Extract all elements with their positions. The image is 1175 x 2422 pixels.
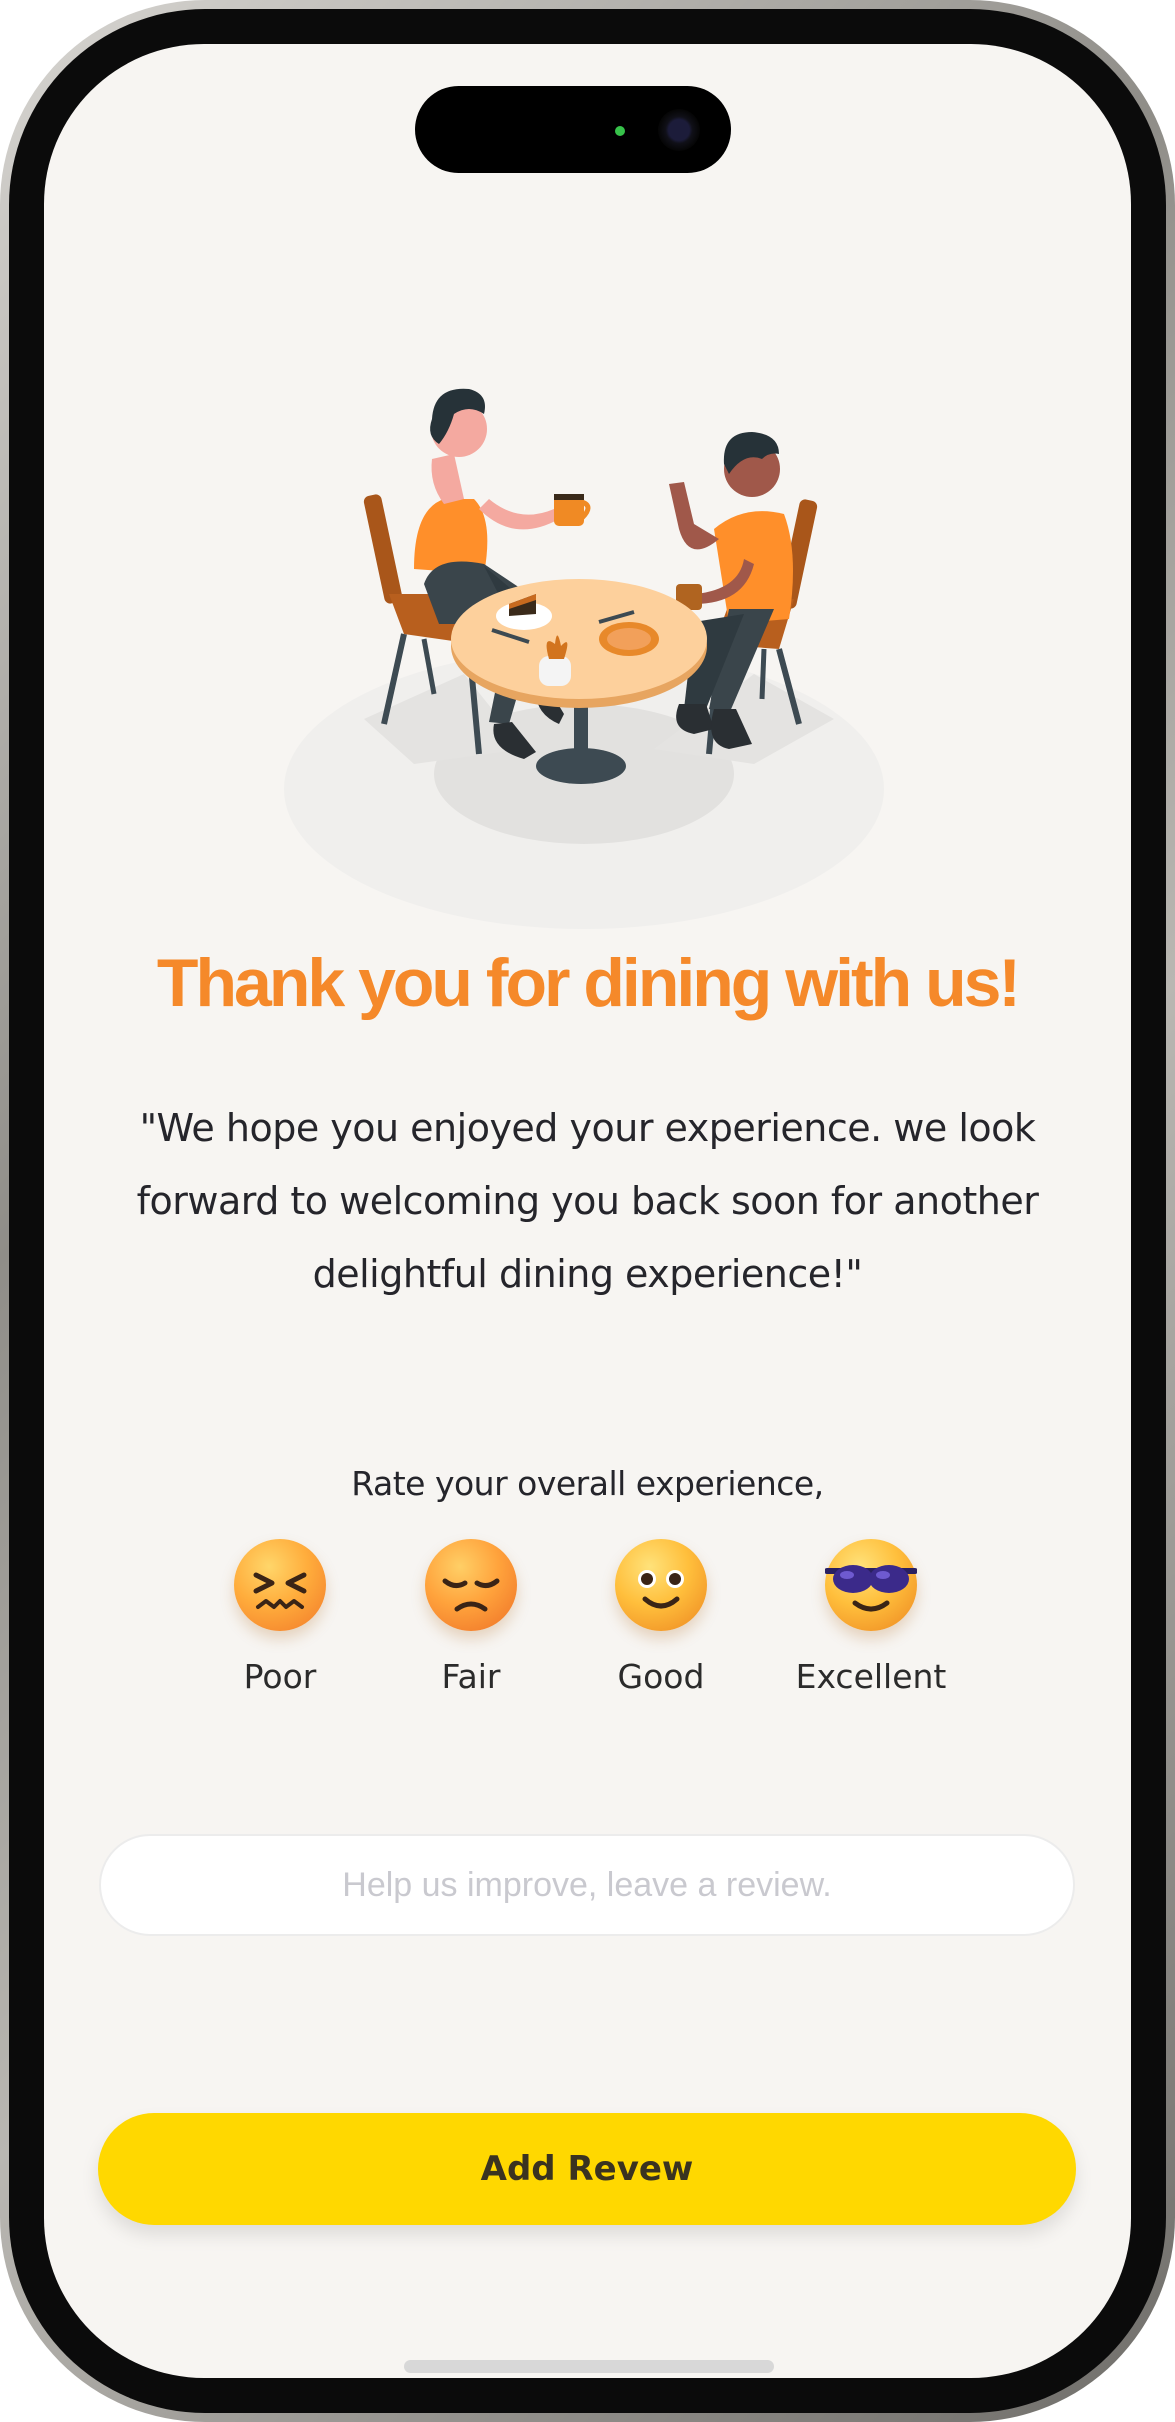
dining-couple-illustration [284,388,884,929]
rating-option-good[interactable]: Good [561,1539,761,1696]
page-title: Thank you for dining with us! [156,945,1021,1021]
rating-label-poor: Poor [243,1657,317,1696]
confounded-face-icon [234,1539,326,1631]
rating-prompt: Rate your overall experience, [351,1464,824,1503]
add-review-button[interactable]: Add Revew [98,2113,1076,2225]
camera-indicator-icon [615,126,625,136]
rating-label-excellent: Excellent [795,1657,947,1696]
rating-option-excellent[interactable]: Excellent [771,1539,971,1696]
front-camera-icon [658,109,700,151]
dynamic-island [415,86,731,173]
rating-label-good: Good [617,1657,705,1696]
app-screen: Thank you for dining with us! "We hope y… [44,44,1131,2378]
rating-label-fair: Fair [441,1657,501,1696]
thank-you-message: "We hope you enjoyed your experience. we… [136,1106,1039,1296]
rating-option-poor[interactable]: Poor [180,1539,380,1696]
home-indicator[interactable] [404,2360,774,2373]
sunglasses-face-icon [825,1539,917,1631]
pensive-face-icon [425,1539,517,1631]
rating-option-fair[interactable]: Fair [371,1539,571,1696]
smiling-face-icon [615,1539,707,1631]
review-input[interactable] [99,1834,1075,1936]
